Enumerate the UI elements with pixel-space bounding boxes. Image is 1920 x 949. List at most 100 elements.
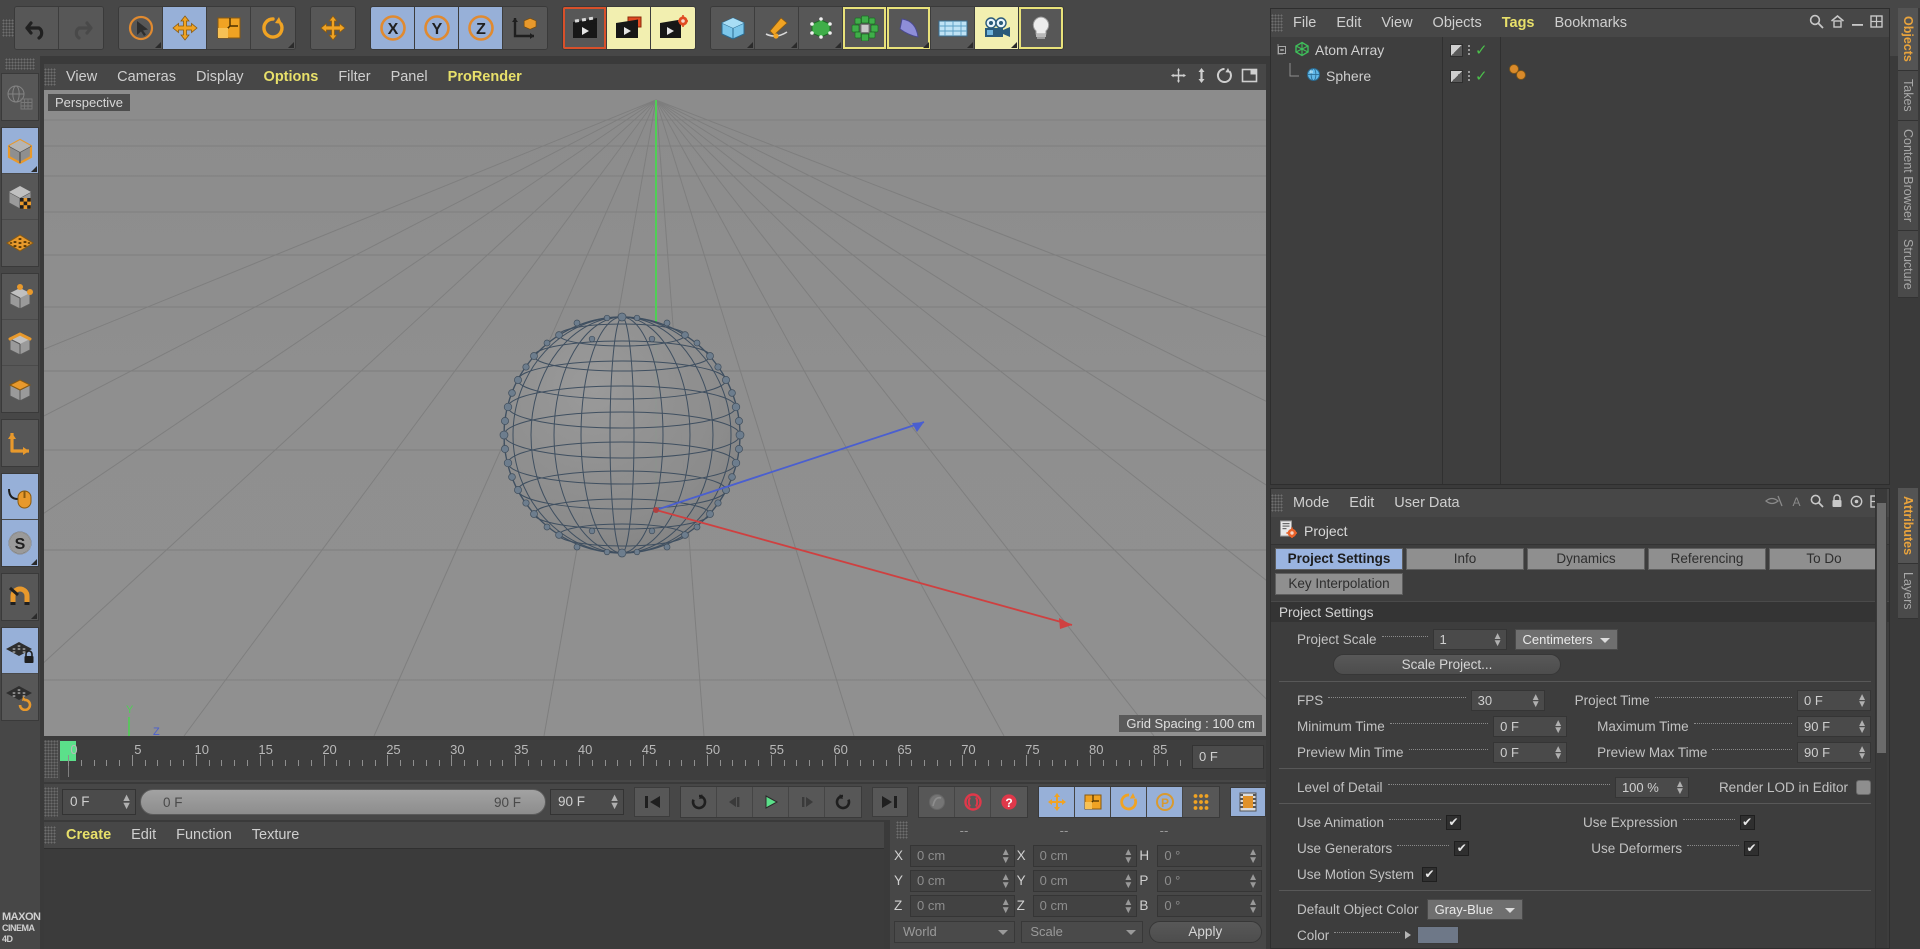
move-tool-button[interactable] xyxy=(163,7,207,49)
spinner-icon[interactable]: ▲ ▼ xyxy=(1531,692,1541,709)
spinner-icon[interactable]: ▲ ▼ xyxy=(1493,631,1503,648)
field-level-of-detail[interactable]: 100 % ▲ ▼ xyxy=(1614,776,1689,798)
lock-y-button[interactable]: Y xyxy=(415,7,459,49)
key-position-button[interactable] xyxy=(1039,787,1075,817)
material-menu-function[interactable]: Function xyxy=(166,822,242,848)
material-menu-create[interactable]: Create xyxy=(56,822,121,848)
search-icon[interactable] xyxy=(1809,14,1824,32)
add-cube-button[interactable] xyxy=(711,7,755,49)
checkbox-use-generators[interactable]: ✔ xyxy=(1454,840,1470,856)
field-preview-max-time[interactable]: 90 F ▲ ▼ xyxy=(1797,741,1871,763)
scale-tool-button[interactable] xyxy=(207,7,251,49)
spinner-icon[interactable]: ▲ ▼ xyxy=(121,793,132,812)
tab-project-settings[interactable]: Project Settings xyxy=(1275,548,1403,570)
coord-row1-size-field[interactable]: 0 cm ▲ ▼ xyxy=(1032,870,1138,892)
search-icon[interactable] xyxy=(1810,494,1824,511)
spinner-icon[interactable]: ▲ ▼ xyxy=(1001,873,1011,891)
tab-info[interactable]: Info xyxy=(1406,548,1524,570)
spinner-icon[interactable]: ▲ ▼ xyxy=(1857,744,1867,761)
toggle-layout-icon[interactable] xyxy=(1241,67,1258,87)
redo-button[interactable] xyxy=(59,7,103,49)
spinner-icon[interactable]: ▲ ▼ xyxy=(1857,692,1867,709)
viewport-canvas[interactable]: Y Z X Perspective Grid Spacing : 100 cm xyxy=(44,90,1266,736)
autokeying-button[interactable] xyxy=(955,787,991,817)
select-tool-button[interactable] xyxy=(119,7,163,49)
right-tab-structure[interactable]: Structure xyxy=(1898,230,1918,299)
object-menu-gripper[interactable] xyxy=(1271,14,1283,32)
key-scale-button[interactable] xyxy=(1075,787,1111,817)
viewport-menu-cameras[interactable]: Cameras xyxy=(107,64,186,90)
coord-row0-pos-field[interactable]: 0 cm ▲ ▼ xyxy=(910,845,1015,867)
spinner-icon[interactable]: ▲ ▼ xyxy=(1123,848,1133,866)
object-menu-objects[interactable]: Objects xyxy=(1423,10,1492,36)
toolbar-gripper[interactable] xyxy=(2,19,14,37)
object-tree-column[interactable]: Atom Array Sphere xyxy=(1271,37,1443,484)
coord-row1-pos-field[interactable]: 0 cm ▲ ▼ xyxy=(910,870,1015,892)
viewport-solo-button[interactable] xyxy=(2,474,38,520)
spinner-icon[interactable]: ▲ ▼ xyxy=(1248,848,1258,866)
coord-mode-select[interactable]: Scale xyxy=(1021,921,1143,943)
object-manager-body[interactable]: Atom Array Sphere ✓ ✓ xyxy=(1271,37,1889,484)
move-viewport-icon[interactable] xyxy=(1170,67,1187,87)
checkbox-use-motion-system[interactable]: ✔ xyxy=(1422,866,1438,882)
tab-to-do[interactable]: To Do xyxy=(1769,548,1879,570)
material-menu-gripper[interactable] xyxy=(44,826,56,844)
field-project-time[interactable]: 0 F ▲ ▼ xyxy=(1797,689,1872,711)
right-tab-content-browser[interactable]: Content Browser xyxy=(1898,120,1918,231)
material-manager-body[interactable] xyxy=(44,848,884,949)
checkbox-use-deformers[interactable]: ✔ xyxy=(1744,840,1760,856)
lock-icon[interactable] xyxy=(1831,494,1843,511)
lock-workplane-button[interactable] xyxy=(2,628,38,674)
object-visibility-column[interactable]: ✓ ✓ xyxy=(1443,37,1501,484)
coordinates-gripper[interactable] xyxy=(896,821,908,839)
render-to-picture-viewer-button[interactable] xyxy=(607,7,651,49)
color-swatch[interactable] xyxy=(1417,926,1460,944)
transport-gripper[interactable] xyxy=(44,787,58,817)
coordinates-apply-button[interactable]: Apply xyxy=(1148,921,1262,943)
attribute-menu-mode[interactable]: Mode xyxy=(1283,490,1339,516)
checkbox-render-lod-in-editor[interactable] xyxy=(1856,779,1871,795)
step-forward-button[interactable] xyxy=(789,787,825,817)
timeline-toggle-button[interactable] xyxy=(1230,787,1266,817)
go-to-start-button[interactable] xyxy=(634,787,670,817)
next-keyframe-button[interactable] xyxy=(825,787,861,817)
enabled-check-icon[interactable]: ✓ xyxy=(1475,43,1488,58)
viewport-menu-options[interactable]: Options xyxy=(254,64,329,90)
timeline-track[interactable]: 051015202530354045505560657075808590 0 F xyxy=(60,740,1266,780)
tab-key-interpolation[interactable]: Key Interpolation xyxy=(1275,573,1403,595)
rotate-viewport-icon[interactable] xyxy=(1216,67,1233,87)
scale-project-button[interactable]: Scale Project... xyxy=(1333,654,1561,675)
field-fps[interactable]: 30 ▲ ▼ xyxy=(1470,689,1545,711)
polygons-mode-button[interactable] xyxy=(2,366,38,412)
rotate-tool-button[interactable] xyxy=(251,7,295,49)
coord-row2-size-field[interactable]: 0 cm ▲ ▼ xyxy=(1032,895,1138,917)
spinner-icon[interactable]: ▲ ▼ xyxy=(1248,898,1258,916)
pin-icon[interactable] xyxy=(1764,494,1783,511)
viewport-menu-display[interactable]: Display xyxy=(186,64,254,90)
visibility-toggle-icon[interactable] xyxy=(1450,69,1463,83)
model-mode-button[interactable] xyxy=(2,128,38,174)
object-menu-edit[interactable]: Edit xyxy=(1326,10,1371,36)
uv-mode-button[interactable] xyxy=(2,220,38,266)
spinner-icon[interactable]: ▲ ▼ xyxy=(1857,718,1867,735)
maximize-icon[interactable] xyxy=(1870,15,1883,31)
attribute-menu-user-data[interactable]: User Data xyxy=(1384,490,1469,516)
keyframe-selection-button[interactable]: ? xyxy=(991,787,1027,817)
add-spline-button[interactable] xyxy=(755,7,799,49)
tab-dynamics[interactable]: Dynamics xyxy=(1527,548,1645,570)
viewport-menu-gripper[interactable] xyxy=(44,68,56,86)
undo-button[interactable] xyxy=(15,7,59,49)
object-menu-file[interactable]: File xyxy=(1283,10,1326,36)
key-rotation-button[interactable] xyxy=(1111,787,1147,817)
checkbox-use-expression[interactable]: ✔ xyxy=(1739,814,1755,830)
lock-z-button[interactable]: Z xyxy=(459,7,503,49)
lock-x-button[interactable]: X xyxy=(371,7,415,49)
visibility-dots-icon[interactable] xyxy=(1468,71,1470,81)
tab-referencing[interactable]: Referencing xyxy=(1648,548,1766,570)
edges-mode-button[interactable] xyxy=(2,320,38,366)
attribute-menu-gripper[interactable] xyxy=(1271,494,1283,512)
spinner-icon[interactable]: ▲ ▼ xyxy=(1001,898,1011,916)
make-editable-button[interactable] xyxy=(2,74,38,120)
checkbox-use-animation[interactable]: ✔ xyxy=(1446,814,1462,830)
select-default-object-color[interactable]: Gray-Blue xyxy=(1426,898,1523,920)
